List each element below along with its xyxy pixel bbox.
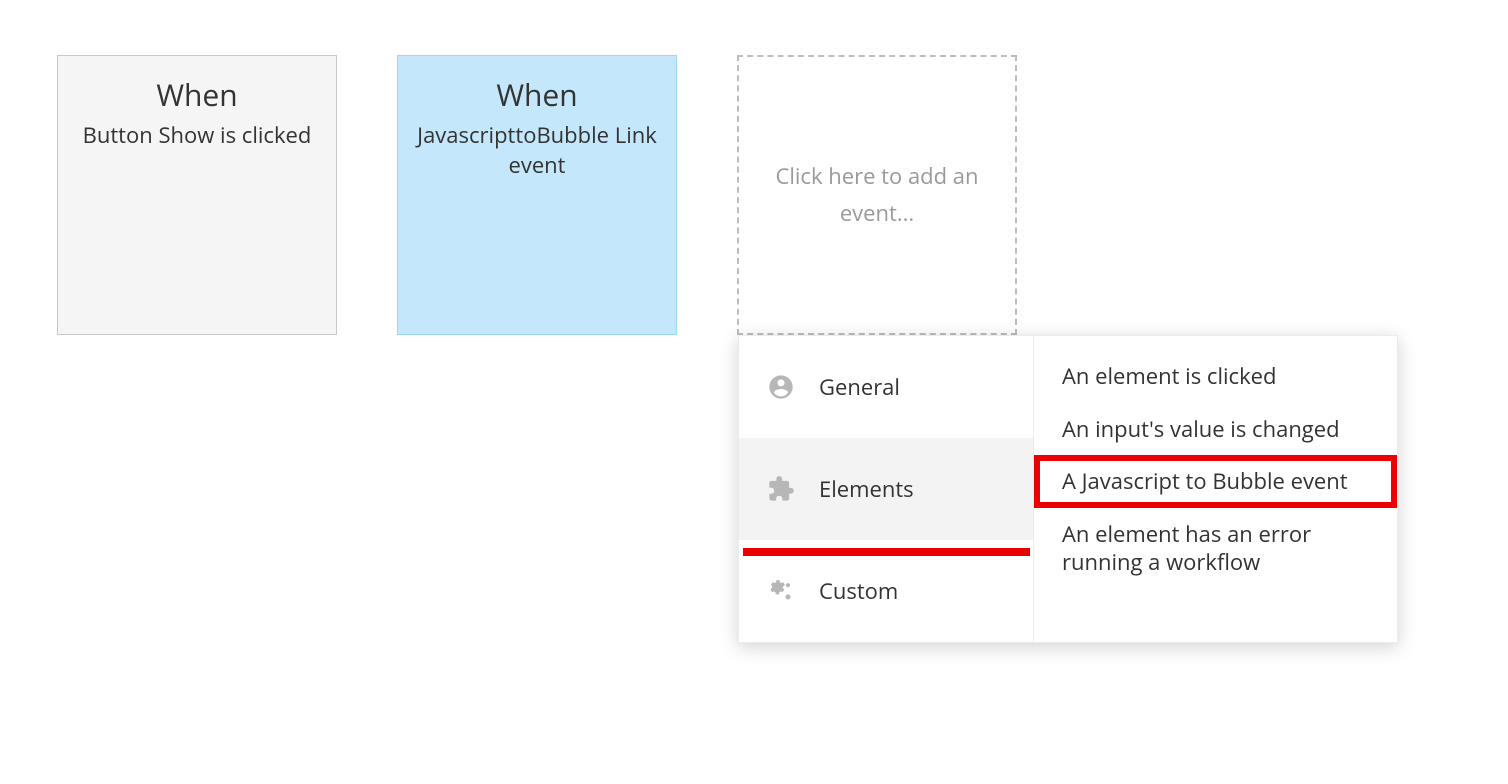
menu-item-element-error[interactable]: An element has an error running a workfl… (1034, 508, 1397, 589)
menu-item-js-to-bubble-event[interactable]: A Javascript to Bubble event (1034, 455, 1397, 508)
menu-category-label: General (819, 372, 900, 402)
menu-item-label: A Javascript to Bubble event (1062, 466, 1348, 496)
add-event-placeholder: Click here to add an event... (739, 158, 1015, 233)
menu-category-general[interactable]: General (739, 336, 1033, 438)
event-card-js-to-bubble[interactable]: When JavascripttoBubble Link event (397, 55, 677, 335)
event-card-button-show[interactable]: When Button Show is clicked (57, 55, 337, 335)
annotation-underline (743, 548, 1030, 556)
menu-category-label: Elements (819, 474, 914, 504)
menu-item-label: An element is clicked (1062, 361, 1276, 391)
menu-category-elements[interactable]: Elements (739, 438, 1033, 540)
event-when-label: When (70, 74, 324, 115)
event-when-label: When (410, 74, 664, 115)
menu-items: An element is clicked An input's value i… (1034, 336, 1397, 642)
event-description: Button Show is clicked (70, 121, 324, 151)
user-circle-icon (767, 373, 795, 401)
menu-category-label: Custom (819, 576, 898, 606)
workflow-events-row: When Button Show is clicked When Javascr… (0, 0, 1508, 390)
plugin-icon (767, 475, 795, 503)
menu-item-input-changed[interactable]: An input's value is changed (1034, 403, 1397, 456)
add-event-button[interactable]: Click here to add an event... (737, 55, 1017, 335)
menu-item-label: An element has an error running a workfl… (1062, 519, 1311, 578)
menu-item-element-clicked[interactable]: An element is clicked (1034, 350, 1397, 403)
gears-icon (767, 577, 795, 605)
menu-categories: General Elements Custom (739, 336, 1034, 642)
event-type-menu: General Elements Custom An element is cl… (738, 335, 1398, 643)
menu-item-label: An input's value is changed (1062, 414, 1340, 444)
event-description: JavascripttoBubble Link event (410, 121, 664, 180)
